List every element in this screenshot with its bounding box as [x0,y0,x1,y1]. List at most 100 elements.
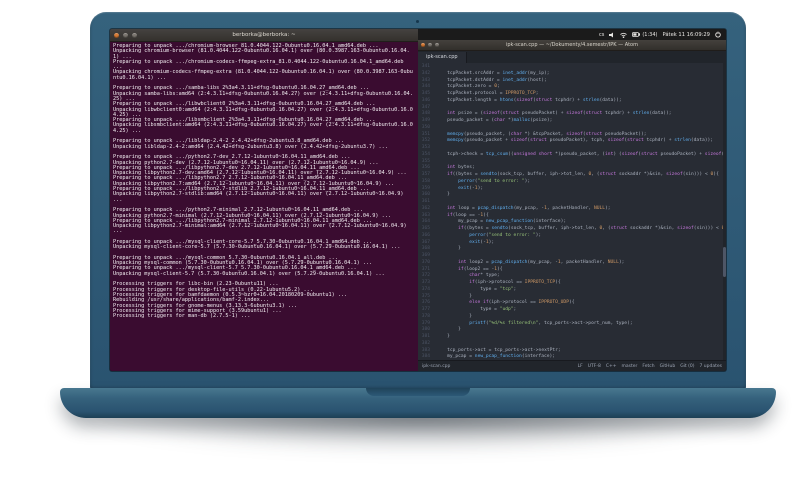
line-number: 361 [421,199,430,204]
maximize-button[interactable] [435,43,439,47]
code-line: } [458,327,461,333]
code-line: my_pcap = new_pcap_function(interface); [447,354,556,360]
line-number: 352 [421,138,430,144]
editor-scrollbar[interactable] [723,63,726,360]
tab-ipk-scan-cpp[interactable]: ipk-scan.cpp [418,52,467,63]
code-line: if(iph->protocol == IPPROTO_TCP){ [469,280,561,285]
line-number: 349 [421,118,430,123]
minimize-button[interactable] [428,43,432,47]
status-item-7-updates[interactable]: 7 updates [700,364,723,369]
atom-tabbar: ipk-scan.cpp [418,51,726,63]
code-line: type = "udp"; [480,307,517,312]
code-line: int loop2 = pcap_dispatch(my_pcap, -1, p… [458,259,625,265]
maximize-button[interactable] [132,32,137,38]
statusbar-filename[interactable]: ipk-scan.cpp [422,364,450,369]
status-item-fetch[interactable]: Fetch [642,364,654,369]
battery-indicator[interactable]: (1:34) [632,32,657,38]
code-line: int bytes; [447,165,475,171]
line-number: 380 [421,327,430,333]
terminal-titlebar[interactable]: berborka@berborka: ~ [110,29,418,42]
code-line: exit(-1); [469,239,495,245]
panel-clock[interactable]: Pátek 11 16:09:29 [662,32,710,38]
code-line: memcpy(pseudo_packet + sizeof(struct pse… [447,138,714,144]
line-number: 368 [421,246,430,252]
terminal-output[interactable]: Preparing to unpack .../chromium-browser… [110,42,418,371]
line-number: 358 [421,178,430,184]
status-item-git-0-[interactable]: Git (0) [680,364,694,369]
line-number: 341 [421,64,430,69]
code-line: tcpPacket.srcAddr = inet_addr(my_ip); [447,70,550,76]
code-line: pseudo_packet = (char *)malloc(psize); [447,118,553,123]
code-line: printf("%d/%s filtered\n", tcp_ports->ac… [469,320,633,326]
line-number: 366 [421,232,430,238]
laptop-mockup: berborka@berborka: ~ Preparing to unpack… [0,0,800,477]
terminal-line: Processing triggers for man-db (2.7.5-1)… [113,313,251,320]
volume-indicator[interactable] [609,32,615,38]
line-number: 365 [421,226,430,231]
line-number: 356 [421,165,430,171]
code-line: perror("send to error: "); [469,232,542,238]
terminal-window: berborka@berborka: ~ Preparing to unpack… [110,29,418,371]
atom-titlebar[interactable]: ipk-scan.cpp — ~/Dokumenty/4.semestr/IPK… [418,40,726,51]
line-number: 346 [421,97,430,103]
line-number: 362 [421,205,430,211]
terminal-line: Unpacking mysql-client-core-5.7 (5.7.30-… [113,244,401,251]
line-number: 344 [421,84,430,90]
terminal-line: Unpacking chromium-codecs-ffmpeg-extra (… [113,69,413,81]
status-item-c-[interactable]: C++ [606,364,617,369]
webcam-dot [416,20,419,23]
terminal-line: Unpacking mysql-client-5.7 (5.7.30-0ubun… [113,270,385,277]
line-number: 370 [421,259,430,265]
status-item-master[interactable]: master [622,364,638,369]
right-column: cs (1:34) Pátek 11 16:09:29 ipk-scan.cpp… [418,29,726,371]
status-item-github[interactable]: GitHub [660,364,676,369]
status-item-lf[interactable]: LF [578,364,583,369]
close-button[interactable] [421,43,425,47]
atom-window-buttons [418,43,439,47]
code-line: tcpPacket.zero = 0; [447,84,500,90]
line-number: 377 [421,307,430,312]
minimize-button[interactable] [123,32,128,38]
code-line: perror("send to error: "); [458,178,531,184]
line-number: 357 [421,172,430,177]
line-number: 376 [421,300,430,306]
wifi-icon [620,32,628,38]
code-line: tcpPacket.length = htons(sizeof(struct t… [447,97,622,103]
status-item-utf-8[interactable]: UTF-8 [588,364,601,369]
volume-icon [609,32,614,37]
scrollbar-thumb[interactable] [723,247,726,278]
laptop-base-notch [366,388,470,396]
power-icon [715,31,721,38]
atom-window-title: ipk-scan.cpp — ~/Dokumenty/4.semestr/IPK… [505,42,638,48]
line-number: 378 [421,313,430,319]
line-number: 353 [421,145,430,150]
line-number-gutter: 341 342 343 344 345 346 347 348 349 350 351 352 353 3… [418,63,433,360]
code-line: if((bytes = sendto(sock_tcp, buffer, iph… [447,172,719,177]
line-number: 381 [421,334,430,339]
code-line: int psize = (sizeof(struct pseudoPacket)… [447,111,672,117]
statusbar-right: LF UTF-8 C++ master Fetch GitHub Git (0) 7 upda… [578,364,722,369]
code-line: my_pcap = new_pcap_function(interface); [458,219,567,225]
line-number: 342 [421,70,430,76]
system-panel: cs (1:34) Pátek 11 16:09:29 [418,29,726,40]
keyboard-layout-indicator[interactable]: cs [599,32,604,38]
line-number: 350 [421,124,430,130]
terminal-window-buttons [110,32,137,38]
code-editor[interactable]: 341 342 343 344 345 346 347 348 349 350 351 352 353 3… [418,63,726,360]
code-line: else if(iph->protocol == IPPROTO_UDP){ [469,300,575,306]
session-menu[interactable] [715,31,721,38]
battery-time-label: (1:34) [642,31,658,38]
code-pane[interactable]: tcpPacket.srcAddr = inet_addr(my_ip); tc… [433,63,726,360]
network-indicator[interactable] [620,32,628,38]
laptop-base [60,388,776,418]
line-number: 384 [421,354,430,360]
line-number: 374 [421,286,430,292]
close-button[interactable] [114,32,119,38]
code-line: tcpPacket.protocol = IPPROTO_TCP; [447,91,539,96]
